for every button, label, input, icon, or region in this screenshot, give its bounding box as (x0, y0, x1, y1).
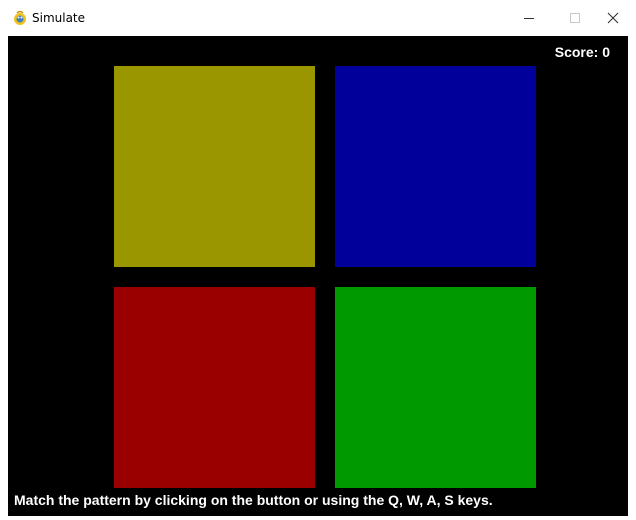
minimize-icon (524, 17, 534, 19)
green-pad-button[interactable] (335, 287, 536, 488)
close-button[interactable] (590, 0, 636, 36)
instructions-text: Match the pattern by clicking on the but… (14, 492, 493, 508)
score-label: Score: 0 (554, 44, 610, 60)
maximize-icon (570, 13, 580, 23)
pygame-snake-icon (14, 10, 26, 25)
minimize-button[interactable] (506, 0, 552, 36)
app-window: Simulate Score: 0 Match the pattern by c… (0, 0, 636, 520)
title-bar[interactable]: Simulate (0, 0, 636, 36)
yellow-pad-button[interactable] (114, 66, 315, 267)
close-icon (607, 12, 619, 24)
blue-pad-button[interactable] (335, 66, 536, 267)
red-pad-button[interactable] (114, 287, 315, 488)
game-canvas[interactable]: Score: 0 Match the pattern by clicking o… (8, 36, 628, 516)
window-title: Simulate (32, 11, 86, 25)
